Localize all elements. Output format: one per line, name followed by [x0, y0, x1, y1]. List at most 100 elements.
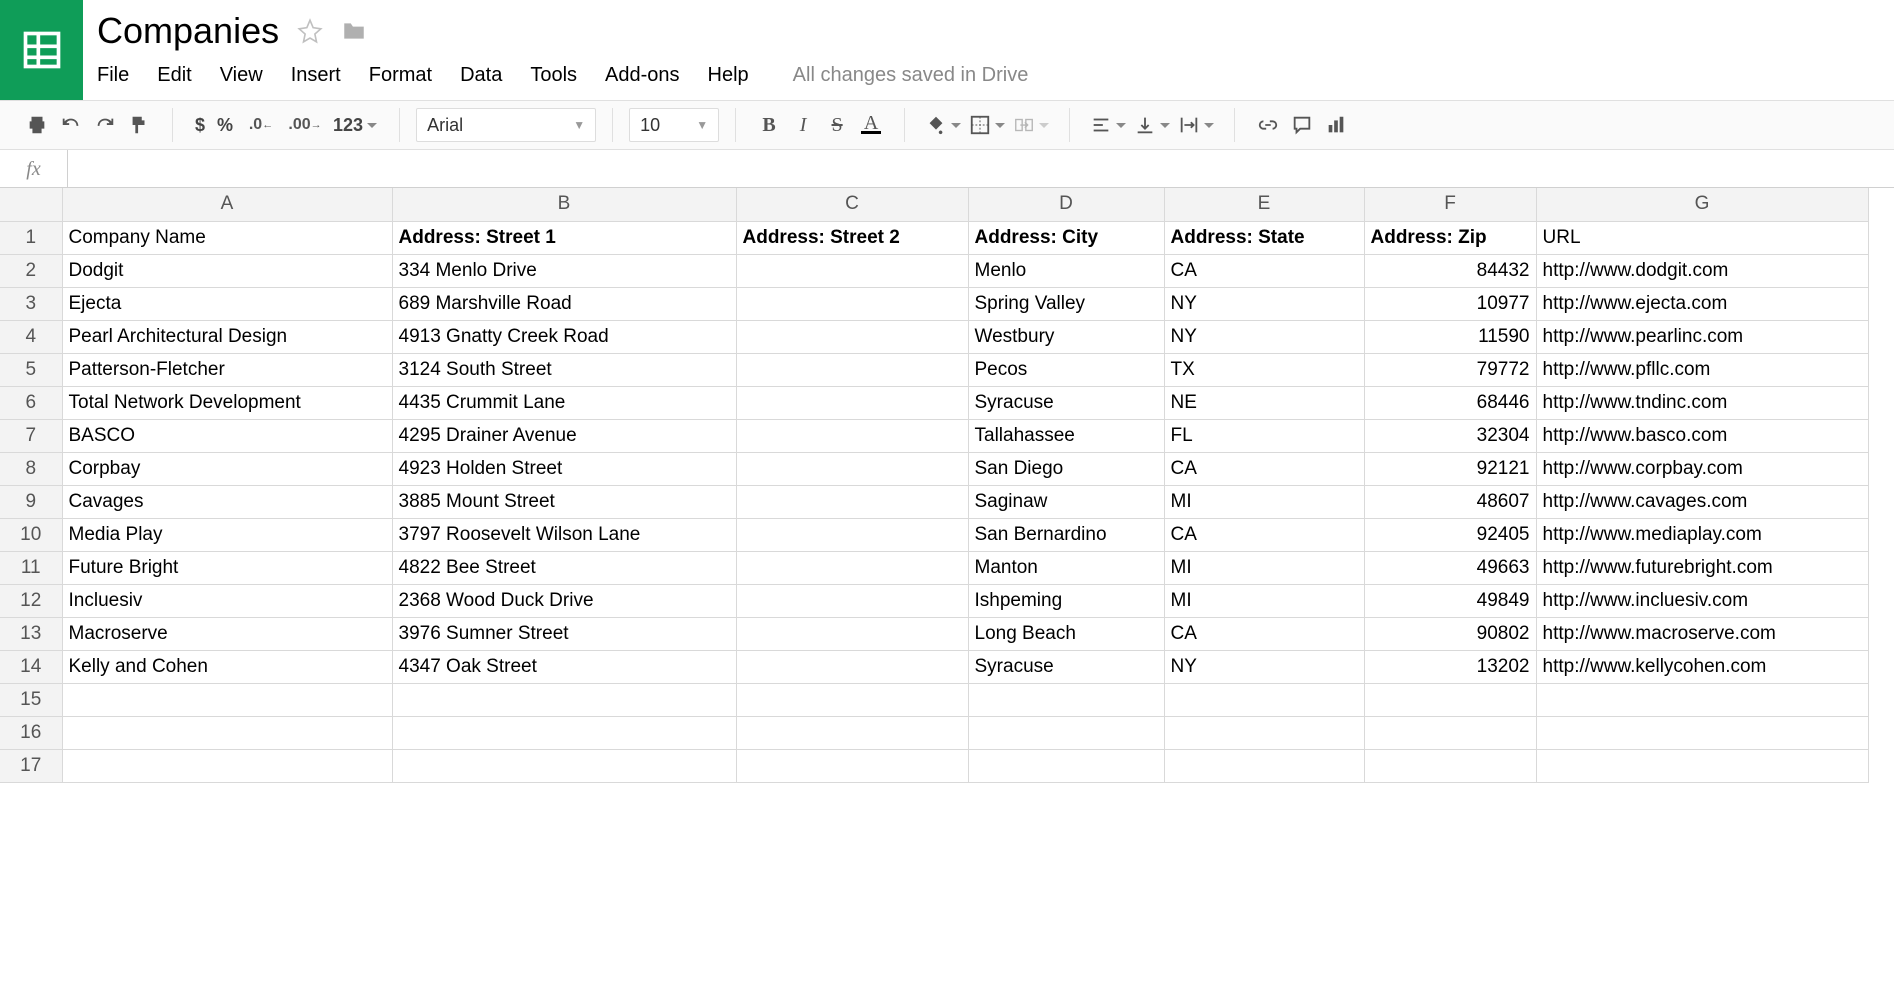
cell[interactable]: 49663: [1364, 551, 1536, 584]
cell[interactable]: [392, 749, 736, 782]
cell[interactable]: NY: [1164, 287, 1364, 320]
cell[interactable]: [1536, 683, 1868, 716]
column-header-A[interactable]: A: [62, 188, 392, 221]
row-header[interactable]: 17: [0, 749, 62, 782]
cell[interactable]: [736, 485, 968, 518]
cell[interactable]: 32304: [1364, 419, 1536, 452]
bold-button[interactable]: B: [752, 108, 786, 142]
cell[interactable]: Spring Valley: [968, 287, 1164, 320]
column-header-C[interactable]: C: [736, 188, 968, 221]
cell[interactable]: 11590: [1364, 320, 1536, 353]
doc-title[interactable]: Companies: [97, 10, 279, 52]
increase-decimal-button[interactable]: .00→: [283, 108, 327, 142]
cell[interactable]: [736, 320, 968, 353]
cell[interactable]: 48607: [1364, 485, 1536, 518]
menu-file[interactable]: File: [97, 64, 129, 87]
cell[interactable]: [736, 584, 968, 617]
cell[interactable]: 68446: [1364, 386, 1536, 419]
row-header[interactable]: 8: [0, 452, 62, 485]
menu-tools[interactable]: Tools: [530, 64, 577, 87]
cell[interactable]: Manton: [968, 551, 1164, 584]
folder-icon[interactable]: [341, 18, 367, 44]
cell[interactable]: Dodgit: [62, 254, 392, 287]
cell[interactable]: 4435 Crummit Lane: [392, 386, 736, 419]
cell[interactable]: http://www.corpbay.com: [1536, 452, 1868, 485]
cell[interactable]: [736, 749, 968, 782]
cell[interactable]: 79772: [1364, 353, 1536, 386]
insert-link-button[interactable]: [1251, 108, 1285, 142]
cell[interactable]: [62, 683, 392, 716]
cell[interactable]: Total Network Development: [62, 386, 392, 419]
font-size-select[interactable]: 10 ▼: [629, 108, 719, 142]
cell[interactable]: Macroserve: [62, 617, 392, 650]
cell[interactable]: [736, 617, 968, 650]
cell[interactable]: 10977: [1364, 287, 1536, 320]
star-icon[interactable]: [297, 18, 323, 44]
cell[interactable]: http://www.cavages.com: [1536, 485, 1868, 518]
menu-addons[interactable]: Add-ons: [605, 64, 680, 87]
cell[interactable]: 4913 Gnatty Creek Road: [392, 320, 736, 353]
cell[interactable]: San Bernardino: [968, 518, 1164, 551]
cell[interactable]: 3797 Roosevelt Wilson Lane: [392, 518, 736, 551]
redo-button[interactable]: [88, 108, 122, 142]
cell[interactable]: Cavages: [62, 485, 392, 518]
cell[interactable]: [1364, 716, 1536, 749]
menu-insert[interactable]: Insert: [291, 64, 341, 87]
cell[interactable]: [968, 683, 1164, 716]
cell[interactable]: http://www.futurebright.com: [1536, 551, 1868, 584]
cell[interactable]: NE: [1164, 386, 1364, 419]
cell[interactable]: Long Beach: [968, 617, 1164, 650]
cell[interactable]: Kelly and Cohen: [62, 650, 392, 683]
cell[interactable]: Address: City: [968, 221, 1164, 254]
cell[interactable]: Patterson-Fletcher: [62, 353, 392, 386]
cell[interactable]: [736, 386, 968, 419]
cell[interactable]: http://www.tndinc.com: [1536, 386, 1868, 419]
cell[interactable]: Future Bright: [62, 551, 392, 584]
undo-button[interactable]: [54, 108, 88, 142]
cell[interactable]: Saginaw: [968, 485, 1164, 518]
cell[interactable]: Address: Street 2: [736, 221, 968, 254]
text-color-button[interactable]: A: [854, 108, 888, 142]
cell[interactable]: 3124 South Street: [392, 353, 736, 386]
cell[interactable]: 4923 Holden Street: [392, 452, 736, 485]
cell[interactable]: CA: [1164, 617, 1364, 650]
cell[interactable]: http://www.pfllc.com: [1536, 353, 1868, 386]
cell[interactable]: NY: [1164, 650, 1364, 683]
cell[interactable]: http://www.ejecta.com: [1536, 287, 1868, 320]
column-header-B[interactable]: B: [392, 188, 736, 221]
cell[interactable]: CA: [1164, 518, 1364, 551]
cell[interactable]: Pearl Architectural Design: [62, 320, 392, 353]
cell[interactable]: 4295 Drainer Avenue: [392, 419, 736, 452]
cell[interactable]: http://www.incluesiv.com: [1536, 584, 1868, 617]
cell[interactable]: [736, 254, 968, 287]
more-formats-button[interactable]: 123: [327, 115, 383, 136]
vertical-align-button[interactable]: [1130, 108, 1174, 142]
row-header[interactable]: 6: [0, 386, 62, 419]
cell[interactable]: http://www.pearlinc.com: [1536, 320, 1868, 353]
cell[interactable]: http://www.mediaplay.com: [1536, 518, 1868, 551]
row-header[interactable]: 4: [0, 320, 62, 353]
cell[interactable]: [1364, 749, 1536, 782]
cell[interactable]: San Diego: [968, 452, 1164, 485]
cell[interactable]: [62, 716, 392, 749]
decrease-decimal-button[interactable]: .0←: [239, 108, 283, 142]
row-header[interactable]: 3: [0, 287, 62, 320]
borders-button[interactable]: [965, 108, 1009, 142]
cell[interactable]: MI: [1164, 485, 1364, 518]
cell[interactable]: [736, 287, 968, 320]
cell[interactable]: [968, 749, 1164, 782]
cell[interactable]: [392, 683, 736, 716]
cell[interactable]: MI: [1164, 584, 1364, 617]
font-family-select[interactable]: Arial ▼: [416, 108, 596, 142]
cell[interactable]: Syracuse: [968, 386, 1164, 419]
paint-format-button[interactable]: [122, 108, 156, 142]
cell[interactable]: NY: [1164, 320, 1364, 353]
column-header-F[interactable]: F: [1364, 188, 1536, 221]
cell[interactable]: TX: [1164, 353, 1364, 386]
menu-view[interactable]: View: [220, 64, 263, 87]
select-all-corner[interactable]: [0, 188, 62, 221]
strikethrough-button[interactable]: S: [820, 108, 854, 142]
cell[interactable]: 4822 Bee Street: [392, 551, 736, 584]
cell[interactable]: http://www.basco.com: [1536, 419, 1868, 452]
cell[interactable]: CA: [1164, 452, 1364, 485]
